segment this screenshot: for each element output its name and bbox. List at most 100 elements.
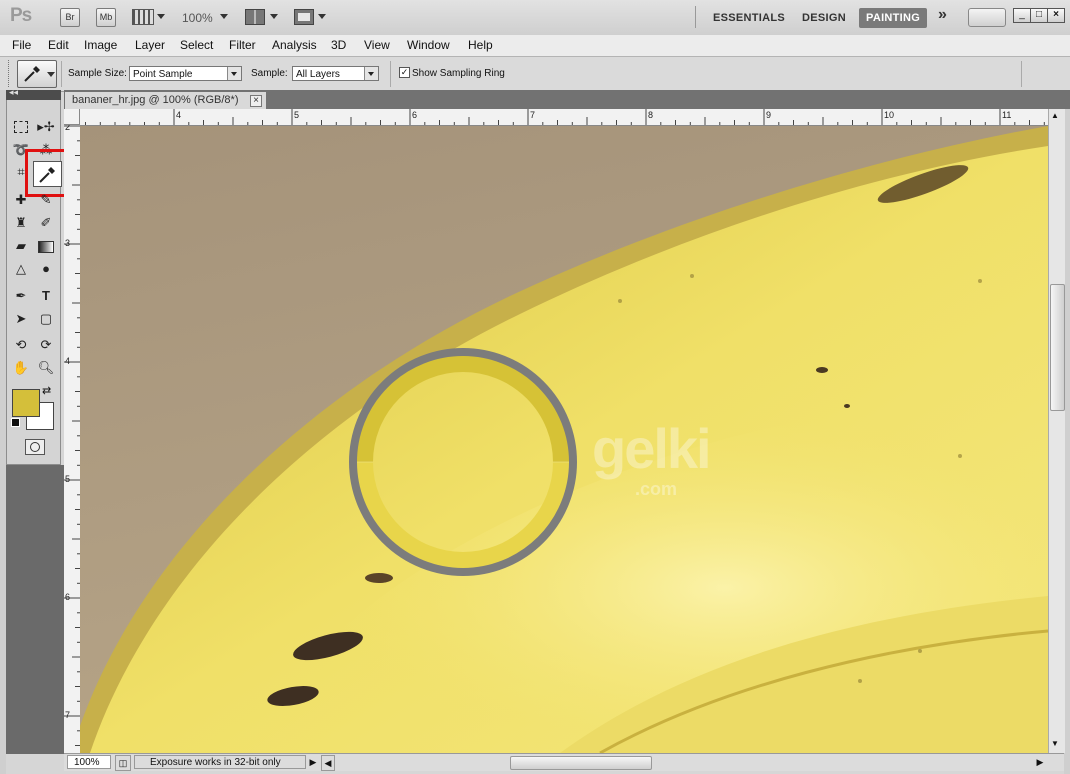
dodge-tool-icon[interactable]: ● bbox=[36, 259, 56, 279]
close-window-icon[interactable]: × bbox=[1047, 8, 1065, 23]
application-bar: Ps Br Mb 100% ESSENTIALS DESIGN PAINTING… bbox=[0, 0, 1070, 36]
empty-panel-area bbox=[6, 465, 64, 754]
sampling-ring bbox=[349, 348, 577, 576]
chevron-down-icon bbox=[364, 67, 378, 80]
move-tool-icon[interactable]: ▸✢ bbox=[36, 117, 56, 137]
gradient-tool-icon[interactable] bbox=[36, 236, 56, 256]
menu-file[interactable]: File bbox=[12, 38, 31, 52]
scroll-down-icon[interactable]: ▼ bbox=[1051, 739, 1059, 748]
ruler-label: 10 bbox=[884, 110, 895, 120]
zoom-level[interactable]: 100% bbox=[182, 11, 213, 25]
workspace-painting[interactable]: PAINTING bbox=[859, 8, 928, 28]
swap-colors-icon[interactable]: ⇄ bbox=[42, 384, 51, 397]
foreground-color-swatch[interactable] bbox=[12, 389, 40, 417]
show-sampling-ring-checkbox[interactable]: ✓ bbox=[399, 67, 410, 78]
sample-select[interactable]: All Layers bbox=[292, 66, 379, 81]
hand-tool-icon[interactable]: ✋ bbox=[11, 358, 31, 378]
ruler-label: 3 bbox=[65, 238, 71, 248]
ruler-label: 9 bbox=[766, 110, 772, 120]
menu-select[interactable]: Select bbox=[180, 38, 213, 52]
eyedropper-tool-icon[interactable] bbox=[33, 161, 62, 187]
3d-rotate-tool-icon[interactable]: ⟲ bbox=[11, 335, 31, 355]
menu-help[interactable]: Help bbox=[468, 38, 493, 52]
menu-edit[interactable]: Edit bbox=[48, 38, 69, 52]
workspace-design[interactable]: DESIGN bbox=[802, 8, 846, 28]
ruler-origin[interactable] bbox=[64, 109, 80, 125]
sample-label: Sample: bbox=[251, 68, 288, 79]
separator bbox=[695, 6, 696, 28]
show-sampling-ring-label: Show Sampling Ring bbox=[412, 68, 505, 79]
separator bbox=[390, 61, 391, 87]
view-extras-dropdown-arrow[interactable] bbox=[157, 14, 165, 19]
ruler-label: 6 bbox=[65, 592, 71, 602]
menu-bar: File Edit Image Layer Select Filter Anal… bbox=[0, 35, 1070, 57]
menu-layer[interactable]: Layer bbox=[135, 38, 165, 52]
blur-tool-icon[interactable]: △ bbox=[11, 259, 31, 279]
vertical-ruler[interactable]: 2 3 4 5 6 7 bbox=[64, 125, 81, 753]
workspace-essentials[interactable]: ESSENTIALS bbox=[713, 8, 785, 28]
zoom-dropdown-arrow[interactable] bbox=[220, 14, 228, 19]
cs-live-button[interactable] bbox=[968, 8, 1006, 27]
eraser-tool-icon[interactable]: ▰ bbox=[11, 236, 31, 256]
horizontal-ruler-ticks bbox=[85, 109, 1045, 125]
arrange-dropdown-arrow[interactable] bbox=[270, 14, 278, 19]
scroll-up-icon[interactable]: ▲ bbox=[1051, 111, 1059, 120]
bridge-button[interactable]: Br bbox=[60, 8, 80, 27]
vertical-scrollbar[interactable]: ▲ ▼ bbox=[1048, 109, 1065, 753]
menu-window[interactable]: Window bbox=[407, 38, 450, 52]
horizontal-ruler[interactable]: 4 5 6 7 8 9 10 11 bbox=[80, 109, 1048, 126]
eyedropper-icon bbox=[39, 167, 55, 183]
menu-view[interactable]: View bbox=[364, 38, 390, 52]
ruler-label: 4 bbox=[176, 110, 182, 120]
sample-size-value: Point Sample bbox=[133, 69, 193, 80]
default-colors-icon[interactable] bbox=[11, 418, 20, 427]
watermark-text: gelki bbox=[592, 417, 712, 480]
zoom-tool-icon[interactable]: 🔍︎ bbox=[36, 358, 56, 378]
menu-3d[interactable]: 3D bbox=[331, 38, 346, 52]
scroll-right-icon[interactable]: ▶ bbox=[1034, 755, 1046, 769]
type-tool-icon[interactable]: T bbox=[36, 286, 56, 306]
3d-orbit-tool-icon[interactable]: ⟳ bbox=[36, 335, 56, 355]
ruler-label: 8 bbox=[648, 110, 654, 120]
maximize-icon[interactable]: □ bbox=[1030, 8, 1048, 23]
ruler-label: 11 bbox=[1002, 110, 1012, 120]
options-grip[interactable] bbox=[8, 60, 11, 87]
path-selection-tool-icon[interactable]: ➤ bbox=[11, 309, 31, 329]
brush-tool-icon[interactable]: ✎ bbox=[36, 190, 56, 210]
shape-tool-icon[interactable]: ▢ bbox=[36, 309, 56, 329]
tool-preset-picker[interactable] bbox=[17, 60, 57, 88]
horizontal-scroll-thumb[interactable] bbox=[510, 756, 652, 770]
menu-analysis[interactable]: Analysis bbox=[272, 38, 317, 52]
menu-image[interactable]: Image bbox=[84, 38, 117, 52]
eyedropper-preset-icon bbox=[24, 66, 40, 82]
ruler-label: 7 bbox=[530, 110, 536, 120]
marquee-tool-icon[interactable] bbox=[11, 117, 31, 137]
document-tab[interactable]: bananer_hr.jpg @ 100% (RGB/8*) × bbox=[65, 92, 266, 109]
status-zoom-field[interactable]: 100% bbox=[67, 755, 111, 769]
scroll-left-icon[interactable]: ◀ bbox=[321, 755, 335, 771]
quick-mask-icon[interactable] bbox=[25, 439, 45, 455]
clone-stamp-tool-icon[interactable]: ♜ bbox=[11, 213, 31, 233]
tools-panel-header[interactable]: ◂◂ bbox=[6, 87, 61, 100]
sample-size-label: Sample Size: bbox=[68, 68, 127, 79]
mini-bridge-button[interactable]: Mb bbox=[96, 8, 116, 27]
pen-tool-icon[interactable]: ✒ bbox=[11, 286, 31, 306]
arrange-documents-icon[interactable] bbox=[245, 9, 265, 25]
menu-filter[interactable]: Filter bbox=[229, 38, 256, 52]
healing-brush-tool-icon[interactable]: ✚ bbox=[11, 190, 31, 210]
image-canvas[interactable]: gelki .com bbox=[80, 126, 1048, 753]
status-info-icon[interactable]: ◫ bbox=[115, 755, 131, 771]
more-workspaces-icon[interactable]: » bbox=[938, 6, 947, 24]
vertical-ruler-ticks bbox=[64, 125, 80, 746]
close-tab-icon[interactable]: × bbox=[250, 95, 262, 107]
history-brush-tool-icon[interactable]: ✐ bbox=[36, 213, 56, 233]
sample-size-select[interactable]: Point Sample bbox=[129, 66, 242, 81]
sample-value: All Layers bbox=[296, 69, 340, 80]
vertical-scroll-thumb[interactable] bbox=[1050, 284, 1065, 411]
screen-mode-icon[interactable] bbox=[294, 9, 314, 25]
ruler-label: 7 bbox=[65, 710, 71, 720]
status-menu-arrow-icon[interactable]: ▶ bbox=[307, 755, 319, 769]
screen-mode-dropdown-arrow[interactable] bbox=[318, 14, 326, 19]
minimize-icon[interactable]: _ bbox=[1013, 8, 1031, 23]
view-extras-icon[interactable] bbox=[132, 9, 154, 25]
